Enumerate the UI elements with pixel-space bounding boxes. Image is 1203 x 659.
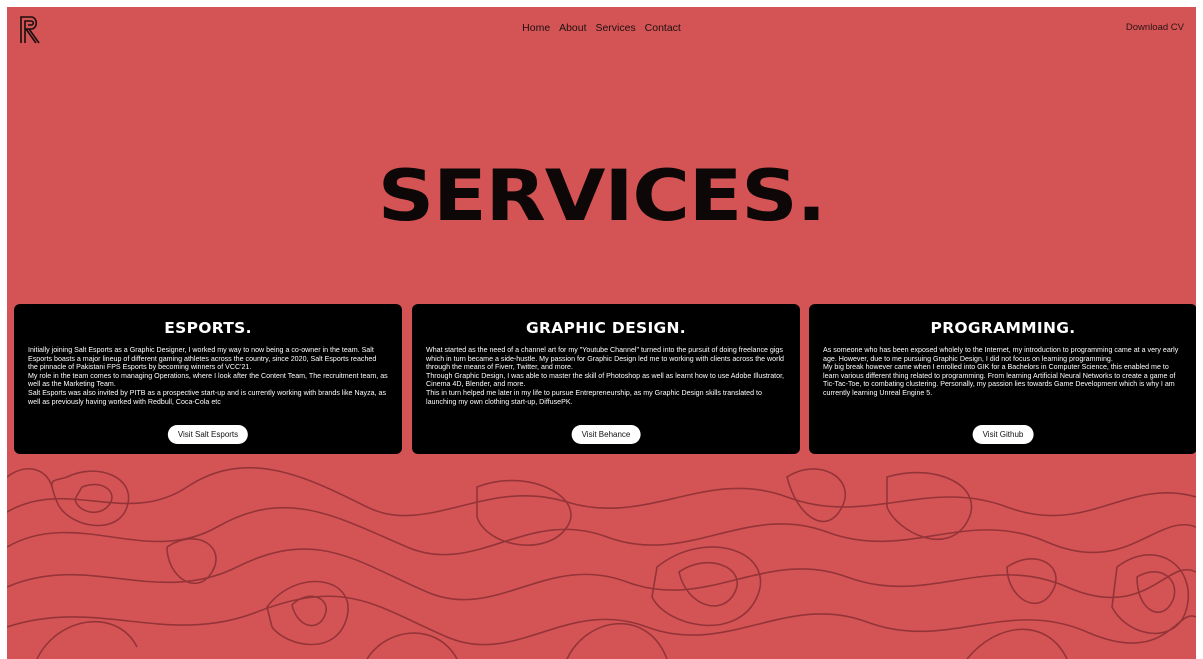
nav-services[interactable]: Services [595, 22, 635, 34]
nav-contact[interactable]: Contact [645, 22, 681, 34]
card-body: What started as the need of a channel ar… [412, 346, 800, 406]
card-paragraph: What started as the need of a channel ar… [426, 346, 784, 372]
card-paragraph: My big break however came when I enrolle… [823, 363, 1176, 397]
visit-salt-esports-button[interactable]: Visit Salt Esports [167, 425, 249, 444]
card-esports: ESPORTS. Initially joining Salt Esports … [14, 304, 402, 454]
card-programming: PROGRAMMING. As someone who has been exp… [809, 304, 1196, 454]
card-paragraph: As someone who has been exposed wholely … [823, 346, 1179, 363]
visit-behance-button[interactable]: Visit Behance [571, 425, 641, 444]
card-paragraph: Salt Esports was also invited by PITB as… [28, 388, 386, 406]
page: Home About Services Contact Download CV … [7, 7, 1196, 659]
card-graphic-design: GRAPHIC DESIGN. What started as the need… [412, 304, 800, 454]
card-body: Initially joining Salt Esports as a Grap… [14, 346, 402, 406]
card-title: PROGRAMMING. [930, 319, 1076, 337]
card-paragraph: This in turn helped me later in my life … [426, 388, 762, 406]
nav-about[interactable]: About [559, 22, 586, 34]
card-body: As someone who has been exposed wholely … [809, 346, 1196, 398]
main-nav: Home About Services Contact [7, 22, 1196, 34]
card-paragraph: My role in the team comes to managing Op… [28, 371, 388, 389]
card-paragraph: Initially joining Salt Esports as a Grap… [28, 346, 377, 372]
nav-home[interactable]: Home [522, 22, 550, 34]
visit-github-button[interactable]: Visit Github [972, 425, 1034, 444]
card-title: GRAPHIC DESIGN. [526, 319, 686, 337]
download-cv-link[interactable]: Download CV [1126, 22, 1184, 33]
card-paragraph: Through Graphic Design, I was able to ma… [426, 371, 785, 389]
hero-title: SERVICES. [377, 155, 827, 237]
card-title: ESPORTS. [164, 319, 252, 337]
